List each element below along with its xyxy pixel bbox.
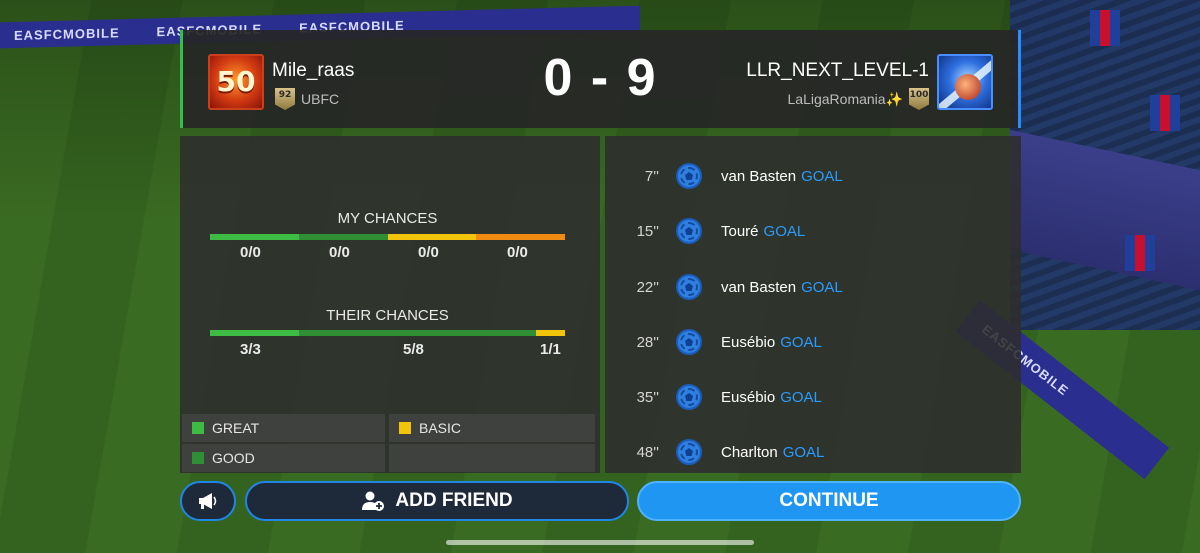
match-events-list[interactable]: 7'' van Basten GOAL 15'' Touré GOAL 22''…: [605, 136, 1021, 473]
ball-icon: [676, 329, 702, 355]
event-player: Touré: [721, 222, 759, 240]
legend-swatch: [192, 422, 204, 434]
event-minute: 48'': [636, 443, 659, 461]
megaphone-icon: [199, 493, 217, 509]
continue-label: CONTINUE: [779, 490, 879, 511]
their-chances-title: THEIR CHANCES: [326, 307, 449, 324]
add-friend-button[interactable]: ADD FRIEND: [245, 481, 629, 521]
event-minute: 35'': [636, 388, 659, 406]
home-player-info: 92 UBFC: [275, 88, 339, 110]
their-chance-value: 1/1: [540, 341, 561, 358]
ball-icon: [676, 274, 702, 300]
legend-swatch: [192, 452, 204, 464]
legend-empty: [389, 444, 595, 472]
my-chance-value: 0/0: [329, 244, 350, 261]
event-type: GOAL: [780, 388, 822, 406]
chance-bar-segment: [210, 234, 299, 240]
event-row: 7'' van Basten GOAL: [605, 161, 1021, 191]
ball-icon: [676, 439, 702, 465]
my-chances-bar: [210, 234, 565, 240]
legend-good: GOOD: [182, 444, 385, 472]
event-player: Charlton: [721, 443, 778, 461]
legend-basic: BASIC: [389, 414, 595, 442]
flag-decoration: [1125, 235, 1155, 271]
event-player: Eusébio: [721, 388, 776, 406]
chances-legend: GREAT BASIC GOOD: [180, 414, 600, 473]
flag-decoration: [1150, 95, 1180, 131]
event-row: 22'' van Basten GOAL: [605, 272, 1021, 302]
event-minute: 15'': [636, 222, 659, 240]
event-type: GOAL: [763, 222, 806, 240]
event-player: van Basten: [721, 167, 797, 185]
chance-bar-segment: [476, 234, 565, 240]
badge-orb-decoration: [955, 74, 981, 100]
chance-bar-segment: [387, 234, 477, 240]
legend-swatch: [399, 422, 411, 434]
home-player-badge: 50: [208, 54, 264, 110]
away-player-info: LaLigaRomania✨ 100: [787, 88, 929, 110]
their-chance-value: 5/8: [403, 341, 424, 358]
continue-button[interactable]: CONTINUE: [637, 481, 1021, 521]
away-ovr-badge: 100: [909, 88, 929, 110]
event-type: GOAL: [780, 333, 822, 351]
my-chance-value: 0/0: [240, 244, 261, 261]
event-minute: 28'': [636, 333, 659, 351]
ball-icon: [676, 218, 702, 244]
home-ovr-badge: 92: [275, 88, 295, 110]
my-chance-value: 0/0: [418, 244, 439, 261]
my-chance-value: 0/0: [507, 244, 528, 261]
event-type: GOAL: [782, 443, 825, 461]
event-minute: 22'': [636, 278, 659, 296]
event-row: 15'' Touré GOAL: [605, 216, 1021, 246]
add-user-icon: [362, 491, 385, 511]
event-row: 28'' Eusébio GOAL: [605, 327, 1021, 357]
add-friend-label: ADD FRIEND: [395, 490, 513, 511]
chance-bar-segment: [535, 330, 565, 336]
ball-icon: [676, 163, 702, 189]
match-header: 50 Mile_raas 92 UBFC 0 - 9 LLR_NEXT_LEVE…: [180, 30, 1021, 128]
announce-button[interactable]: [180, 481, 236, 521]
chance-bar-segment: [298, 330, 536, 336]
legend-great: GREAT: [182, 414, 385, 442]
home-club-name: UBFC: [301, 91, 340, 107]
event-player: van Basten: [721, 278, 797, 296]
away-player-badge: [937, 54, 993, 110]
their-chance-value: 3/3: [240, 341, 261, 358]
chance-bar-segment: [298, 234, 388, 240]
ball-icon: [676, 384, 702, 410]
event-player: Eusébio: [721, 333, 776, 351]
event-row: 48'' Charlton GOAL: [605, 437, 1021, 467]
event-row: 35'' Eusébio GOAL: [605, 382, 1021, 412]
home-player-name[interactable]: Mile_raas: [272, 60, 354, 82]
chance-bar-segment: [210, 330, 299, 336]
home-indicator[interactable]: [446, 540, 754, 545]
away-club-name: LaLigaRomania✨: [787, 90, 904, 107]
their-chances-bar: [210, 330, 565, 336]
flag-decoration: [1090, 10, 1120, 46]
event-type: GOAL: [801, 278, 843, 296]
event-minute: 7'': [644, 167, 659, 185]
away-player-name[interactable]: LLR_NEXT_LEVEL-1: [746, 60, 929, 82]
event-type: GOAL: [801, 167, 843, 185]
my-chances-title: MY CHANCES: [337, 210, 438, 227]
